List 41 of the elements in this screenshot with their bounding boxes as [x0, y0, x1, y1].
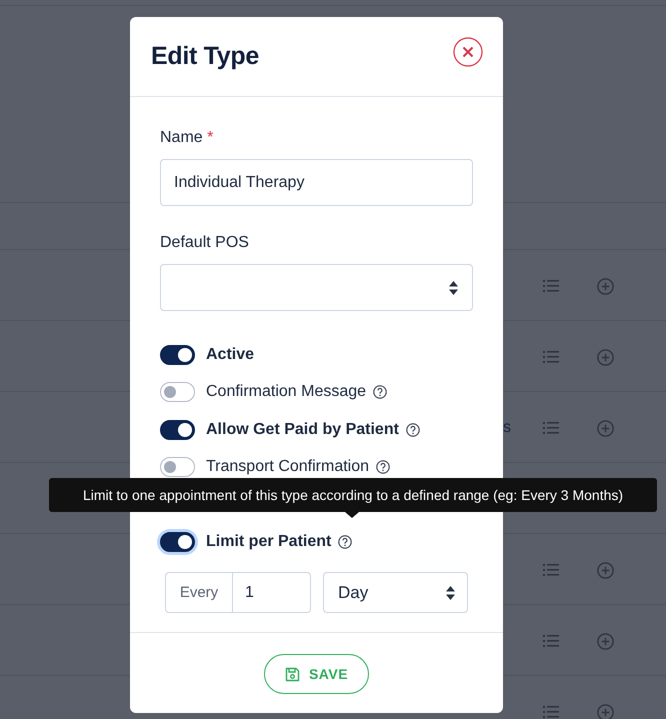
every-label: Every	[165, 572, 233, 613]
toggle-label: Limit per Patient	[206, 533, 332, 552]
add-icon[interactable]	[597, 420, 614, 437]
toggle-switch[interactable]	[160, 382, 195, 402]
dialog-title: Edit Type	[151, 42, 259, 71]
toggle-label: Transport Confirmation	[206, 458, 370, 476]
sort-icon	[449, 280, 458, 294]
toggle-switch[interactable]	[160, 457, 195, 478]
close-icon[interactable]	[453, 36, 483, 66]
add-icon[interactable]	[597, 349, 614, 366]
pos-select[interactable]	[160, 264, 473, 311]
required-mark: *	[207, 129, 214, 146]
toggle-switch[interactable]	[160, 344, 195, 365]
sort-icon	[446, 586, 455, 600]
add-icon[interactable]	[597, 704, 614, 719]
list-icon[interactable]	[543, 421, 559, 435]
list-icon[interactable]	[543, 279, 559, 293]
toggle-label: Confirmation Message	[206, 383, 366, 402]
table-cell: s	[503, 419, 511, 437]
help-icon[interactable]	[373, 385, 388, 400]
list-icon[interactable]	[543, 705, 559, 719]
add-icon[interactable]	[597, 562, 614, 579]
toggle-label: Active	[206, 346, 254, 364]
help-icon[interactable]	[406, 422, 420, 437]
list-icon[interactable]	[543, 634, 559, 648]
list-icon[interactable]	[543, 350, 559, 364]
field-label: Default POS	[160, 234, 249, 251]
help-icon[interactable]	[338, 535, 352, 550]
count-field[interactable]: 1	[233, 572, 311, 613]
list-icon[interactable]	[543, 563, 559, 577]
toggle-switch[interactable]	[160, 532, 195, 552]
name-field[interactable]: Individual Therapy	[160, 159, 473, 206]
unit-select[interactable]: Day	[323, 572, 468, 613]
tooltip-arrow	[345, 512, 359, 518]
field-label: Name	[160, 129, 203, 146]
help-icon[interactable]	[376, 460, 390, 474]
toggle-label: Allow Get Paid by Patient	[206, 420, 399, 439]
toggle-switch[interactable]	[160, 420, 195, 440]
save-icon	[284, 666, 300, 682]
add-icon[interactable]	[597, 633, 614, 650]
add-icon[interactable]	[597, 278, 614, 295]
